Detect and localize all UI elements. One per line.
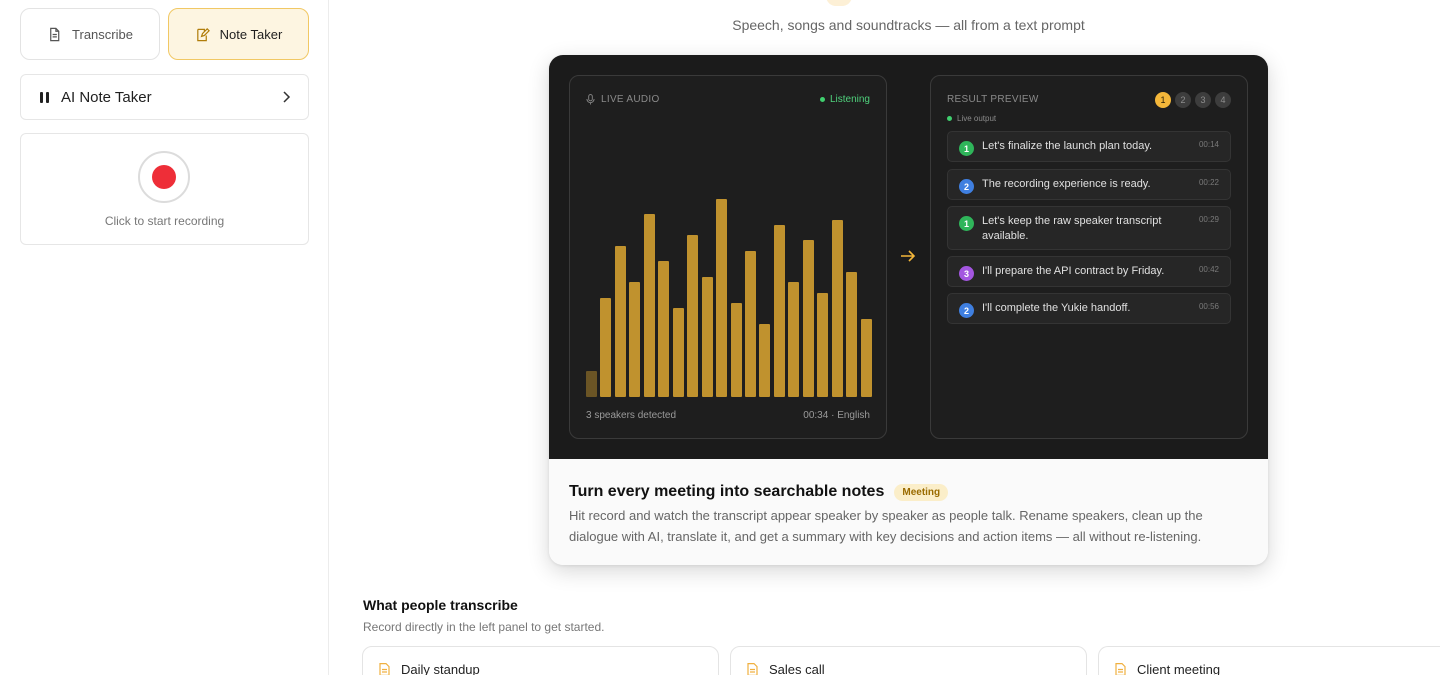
step-2[interactable]: 2 <box>1175 92 1191 108</box>
speaker-badge: 1 <box>959 216 974 231</box>
waveform-bar <box>658 261 670 397</box>
transcribe-mode-label: Transcribe <box>72 26 133 42</box>
utterance-text: The recording experience is ready. <box>982 178 1151 190</box>
waveform-bar <box>744 251 756 397</box>
waveform-bar <box>716 199 728 397</box>
speakers-detected: 3 speakers detected <box>586 410 677 421</box>
waveform-bar <box>773 225 785 397</box>
note-taker-mode-label: Note Taker <box>219 26 283 42</box>
waveform-bar <box>788 282 800 397</box>
speaker-badge: 1 <box>959 141 974 156</box>
demo-description-area: Turn every meeting into searchable notes… <box>549 459 1268 565</box>
speaker-badge: 3 <box>959 266 974 281</box>
record-dot-icon <box>152 165 176 189</box>
waveform-bar <box>629 282 641 397</box>
use-case-card-sales-call[interactable]: Sales call <box>730 646 1087 675</box>
utterance-time: 00:29 <box>1198 215 1219 224</box>
step-indicator: 1 2 3 4 <box>1155 92 1231 108</box>
result-preview-title: RESULT PREVIEW <box>947 94 1039 105</box>
waveform-bar <box>846 272 858 397</box>
top-chip <box>826 0 852 6</box>
audio-meta: 00:34 · English <box>803 410 870 421</box>
utterance-time: 00:14 <box>1198 140 1219 149</box>
card-label: Client meeting <box>1137 662 1221 675</box>
live-audio-panel: LIVE AUDIO Listening 3 speakers detected… <box>569 75 887 439</box>
note-edit-icon <box>196 27 210 41</box>
result-preview-panel: RESULT PREVIEW 1 2 3 4 Live output 1 Let… <box>930 75 1248 439</box>
card-label: Daily standup <box>401 662 480 675</box>
waveform-bar <box>600 298 612 397</box>
utterance-time: 00:42 <box>1198 265 1219 274</box>
speaker-badge: 2 <box>959 303 974 318</box>
document-icon <box>379 663 390 675</box>
listening-status-text: Listening <box>829 94 870 105</box>
utterance-text: Let's keep the raw speaker transcript av… <box>982 215 1162 242</box>
waveform-bar <box>831 220 843 397</box>
chevron-right-icon <box>283 91 291 103</box>
step-3[interactable]: 3 <box>1195 92 1211 108</box>
demo-preview: LIVE AUDIO Listening 3 speakers detected… <box>549 55 1268 459</box>
step-4[interactable]: 4 <box>1215 92 1231 108</box>
note-taker-mode-button[interactable]: Note Taker <box>168 8 309 60</box>
waveform-bar <box>759 324 771 397</box>
audio-waveform <box>586 136 872 397</box>
mode-switcher: Transcribe Note Taker <box>20 8 309 60</box>
document-icon <box>747 663 758 675</box>
arrow-right-icon <box>901 250 916 262</box>
record-hint: Click to start recording <box>104 214 225 228</box>
meeting-badge: Meeting <box>894 483 949 501</box>
utterance-text: I'll complete the Yukie handoff. <box>982 302 1131 314</box>
selector-label: AI Note Taker <box>61 88 152 106</box>
utterance-row: 1 Let's keep the raw speaker transcript … <box>947 206 1231 250</box>
waveform-bar <box>817 293 829 397</box>
speaker-badge: 2 <box>959 179 974 194</box>
record-button[interactable] <box>138 151 190 203</box>
pause-icon <box>37 90 51 104</box>
utterance-row: 2 I'll complete the Yukie handoff. 00:56 <box>947 293 1231 324</box>
demo-card: LIVE AUDIO Listening 3 speakers detected… <box>549 55 1268 565</box>
utterance-row: 1 Let's finalize the launch plan today. … <box>947 131 1231 162</box>
waveform-bar <box>687 235 699 397</box>
note-taker-selector[interactable]: AI Note Taker <box>20 74 309 120</box>
demo-description: Hit record and watch the transcript appe… <box>569 508 1203 544</box>
card-label: Sales call <box>769 662 825 675</box>
waveform-bar <box>614 246 626 397</box>
utterance-time: 00:22 <box>1198 178 1219 187</box>
waveform-bar <box>586 371 597 397</box>
listening-status: Listening <box>819 94 870 105</box>
microphone-icon <box>586 94 595 105</box>
record-card: Click to start recording <box>20 133 309 245</box>
utterance-time: 00:56 <box>1198 302 1219 311</box>
live-audio-title-text: LIVE AUDIO <box>601 94 660 105</box>
status-dot-icon <box>819 97 825 102</box>
use-case-card-client-meeting[interactable]: Client meeting <box>1098 646 1440 675</box>
use-case-card-daily-standup[interactable]: Daily standup <box>362 646 719 675</box>
waveform-bar <box>730 303 742 397</box>
document-icon <box>1115 663 1126 675</box>
live-dot-icon <box>947 116 952 121</box>
live-output-label: Live output <box>947 114 996 123</box>
sidebar: Transcribe Note Taker AI Note Taker Clic… <box>0 0 329 675</box>
waveform-bar <box>860 319 872 397</box>
document-icon <box>50 27 60 41</box>
page-tagline: Speech, songs and soundtracks — all from… <box>732 17 1085 33</box>
waveform-bar <box>701 277 713 397</box>
waveform-bar <box>672 308 684 397</box>
utterance-row: 3 I'll prepare the API contract by Frida… <box>947 256 1231 287</box>
demo-title: Turn every meeting into searchable notes… <box>569 483 949 501</box>
live-output-text: Live output <box>957 114 997 123</box>
utterance-row: 2 The recording experience is ready. 00:… <box>947 169 1231 200</box>
waveform-bar <box>802 240 814 397</box>
utterance-text: I'll prepare the API contract by Friday. <box>982 265 1165 277</box>
utterance-text: Let's finalize the launch plan today. <box>982 140 1153 152</box>
main-content: Speech, songs and soundtracks — all from… <box>330 0 1440 675</box>
step-1[interactable]: 1 <box>1155 92 1171 108</box>
waveform-bar <box>643 214 655 397</box>
demo-title-text: Turn every meeting into searchable notes <box>569 483 885 500</box>
section-title: What people transcribe <box>363 597 518 613</box>
live-audio-title: LIVE AUDIO <box>586 94 660 105</box>
transcribe-mode-button[interactable]: Transcribe <box>20 8 160 60</box>
section-subtitle: Record directly in the left panel to get… <box>363 620 605 634</box>
